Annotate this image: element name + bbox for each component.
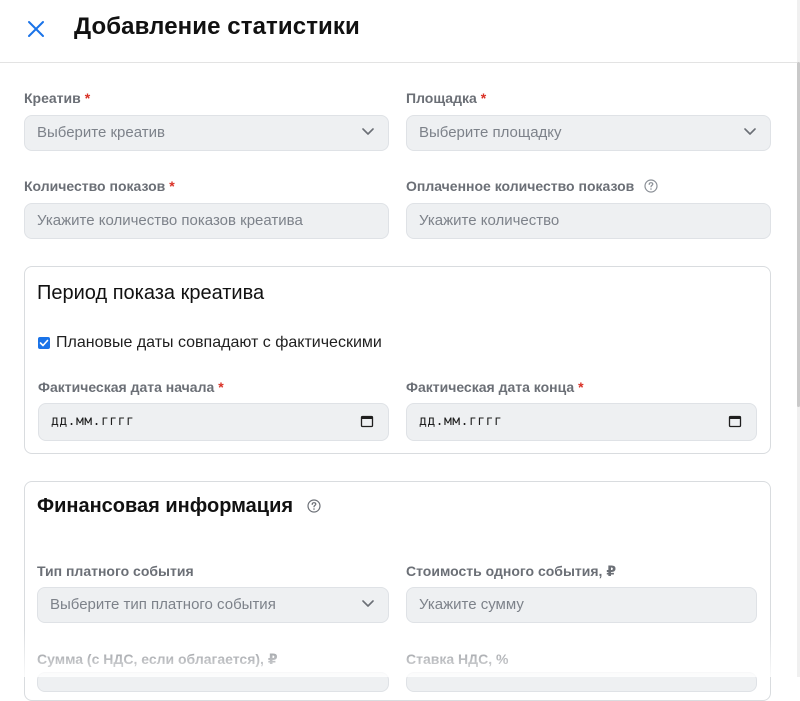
platform-label: Площадка * [406, 90, 487, 106]
platform-select[interactable]: Выберите площадку [406, 115, 771, 151]
creative-label: Креатив * [24, 90, 91, 106]
calendar-icon[interactable] [360, 414, 374, 428]
finance-title: Финансовая информация [37, 495, 321, 518]
dates-match-label: Плановые даты совпадают с фактическими [56, 334, 382, 351]
calendar-icon[interactable] [728, 414, 742, 428]
start-date-input[interactable]: дд.мм.гггг [38, 403, 389, 441]
impressions-input[interactable]: Укажите количество показов креатива [24, 203, 389, 239]
vat-label: Ставка НДС, % [406, 651, 509, 667]
impressions-label: Количество показов * [24, 178, 175, 194]
close-icon [28, 21, 44, 37]
event-type-placeholder: Выберите тип платного события [50, 596, 276, 613]
paid-impressions-input[interactable]: Укажите количество [406, 203, 771, 239]
creative-placeholder: Выберите креатив [37, 124, 165, 141]
period-title: Период показа креатива [37, 282, 265, 304]
end-date-input[interactable]: дд.мм.гггг [406, 403, 757, 441]
required-marker: * [578, 379, 584, 395]
help-icon[interactable] [307, 499, 321, 513]
end-date-label: Фактическая дата конца * [406, 379, 584, 395]
required-marker: * [218, 379, 224, 395]
dialog-header: Добавление статистики [0, 0, 797, 63]
chevron-down-icon [362, 128, 374, 135]
sum-input[interactable] [37, 672, 389, 692]
required-marker: * [169, 178, 175, 194]
close-button[interactable] [24, 17, 48, 41]
impressions-placeholder: Укажите количество показов креатива [37, 212, 303, 229]
required-marker: * [480, 90, 487, 106]
chevron-down-icon [362, 600, 374, 607]
start-date-value: дд.мм.гггг [51, 414, 135, 429]
platform-placeholder: Выберите площадку [419, 124, 562, 141]
start-date-label: Фактическая дата начала * [38, 379, 224, 395]
paid-impressions-placeholder: Укажите количество [419, 212, 560, 229]
sum-label: Сумма (с НДС, если облагается), ₽ [37, 651, 278, 667]
dialog-title: Добавление статистики [74, 13, 360, 40]
event-type-select[interactable]: Выберите тип платного события [37, 587, 389, 623]
vat-input[interactable] [406, 672, 757, 692]
chevron-down-icon [744, 128, 756, 135]
paid-impressions-label: Оплаченное количество показов [406, 178, 658, 194]
help-icon[interactable] [644, 179, 658, 193]
event-cost-placeholder: Укажите сумму [419, 596, 524, 613]
required-marker: * [84, 90, 91, 106]
dates-match-checkbox[interactable] [38, 337, 50, 349]
event-type-label: Тип платного события [37, 563, 194, 579]
creative-select[interactable]: Выберите креатив [24, 115, 389, 151]
event-cost-label: Стоимость одного события, ₽ [406, 563, 617, 579]
event-cost-input[interactable]: Укажите сумму [406, 587, 757, 623]
checkmark-icon [39, 339, 49, 347]
end-date-value: дд.мм.гггг [419, 414, 503, 429]
